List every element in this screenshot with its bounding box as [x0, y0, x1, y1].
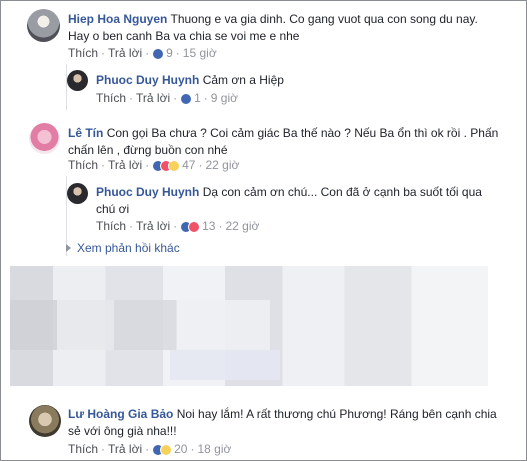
comment-text: Dạ con cảm ơn chú... Con đã ở cạnh ba su… [202, 185, 482, 199]
reply-button[interactable]: Trả lời [108, 442, 142, 456]
comment-text: chú ơi [96, 202, 130, 216]
reaction-count[interactable]: 9 [166, 46, 173, 60]
like-button[interactable]: Thích [68, 46, 98, 60]
view-more-replies-label: Xem phản hồi khác [77, 241, 180, 255]
reply-button[interactable]: Trả lời [108, 158, 142, 172]
avatar[interactable] [29, 123, 60, 154]
reaction-icons[interactable] [152, 444, 173, 459]
timestamp[interactable]: 22 giờ [225, 219, 259, 233]
reply-button[interactable]: Trả lời [108, 46, 142, 60]
comment-body: Lư Hoàng Gia Bảo Noi hay lắm! A rất thươ… [68, 406, 513, 440]
reaction-count[interactable]: 1 [194, 91, 201, 105]
reaction-count[interactable]: 20 [174, 442, 187, 456]
timestamp[interactable]: 15 giờ [183, 46, 217, 60]
author-name[interactable]: Lê Tín [68, 126, 103, 140]
comment-text: Cảm ơn a Hiệp [202, 73, 284, 87]
reaction-count[interactable]: 13 [202, 219, 215, 233]
blurred-content [170, 350, 280, 380]
avatar[interactable] [67, 70, 88, 91]
author-name[interactable]: Hiep Hoa Nguyen [68, 12, 167, 26]
like-button[interactable]: Thích [96, 91, 126, 105]
reaction-icons[interactable] [180, 221, 201, 236]
reply-thread-line [66, 64, 67, 110]
comment-actions: Thích · Trả lời · 1 · 9 giờ [96, 91, 238, 108]
comment-actions: Thích · Trả lời · 20 · 18 giờ [68, 442, 231, 459]
author-name[interactable]: Phuoc Duy Huynh [96, 73, 199, 87]
like-reaction-icon [152, 48, 165, 60]
comment-text: Hay o ben canh Ba va chia se voi me e nh… [68, 29, 300, 43]
comment-body: Phuoc Duy Huynh Cảm ơn a Hiệp [96, 72, 496, 89]
reaction-icons[interactable] [152, 48, 165, 63]
reaction-icons[interactable] [180, 93, 193, 108]
comment-actions: Thích · Trả lời · 9 · 15 giờ [68, 46, 217, 63]
avatar[interactable] [67, 183, 88, 204]
haha-reaction-icon [160, 444, 173, 456]
comment-text: Thuong e va gia dinh. Co gang vuot qua c… [170, 12, 478, 26]
reaction-count[interactable]: 47 [182, 158, 195, 172]
comment-body: Hiep Hoa Nguyen Thuong e va gia dinh. Co… [68, 11, 508, 45]
like-reaction-icon [180, 93, 193, 105]
avatar[interactable] [29, 405, 61, 437]
comment-body: Phuoc Duy Huynh Dạ con cảm ơn chú... Con… [96, 184, 496, 218]
comment-body: Lê Tín Con gọi Ba chưa ? Coi cảm giác Ba… [68, 125, 513, 159]
comment-actions: Thích · Trả lời · 47 · 22 giờ [68, 158, 239, 175]
author-name[interactable]: Lư Hoàng Gia Bảo [68, 407, 173, 421]
timestamp[interactable]: 9 giờ [211, 91, 238, 105]
timestamp[interactable]: 22 giờ [205, 158, 239, 172]
comment-text: Con gọi Ba chưa ? Coi cảm giác Ba thế nà… [106, 126, 499, 140]
reply-arrow-icon [66, 244, 71, 252]
like-button[interactable]: Thích [68, 442, 98, 456]
reply-button[interactable]: Trả lời [136, 91, 170, 105]
view-more-replies-link[interactable]: Xem phản hồi khác [66, 241, 180, 255]
comment-actions: Thích · Trả lời · 13 · 22 giờ [96, 219, 259, 236]
avatar[interactable] [27, 9, 60, 42]
reaction-icons[interactable] [152, 160, 181, 175]
blurred-content [10, 300, 270, 350]
comment-text: Noi hay lắm! A rất thương chú Phương! Rá… [176, 407, 497, 421]
love-reaction-icon [188, 221, 201, 233]
like-button[interactable]: Thích [68, 158, 98, 172]
reply-button[interactable]: Trả lời [136, 219, 170, 233]
comment-text: sẻ với ông già nha!!! [68, 424, 177, 438]
timestamp[interactable]: 18 giờ [197, 442, 231, 456]
author-name[interactable]: Phuoc Duy Huynh [96, 185, 199, 199]
sad-reaction-icon [168, 160, 181, 172]
comment-text: chấn lên , đừng buồn con nhé [68, 143, 228, 157]
like-button[interactable]: Thích [96, 219, 126, 233]
